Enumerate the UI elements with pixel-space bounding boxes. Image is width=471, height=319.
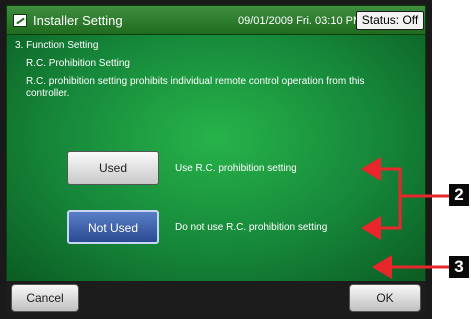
title-bar: Installer Setting 09/01/2009 Fri. 03:10 … xyxy=(6,5,426,35)
callout-badge-2: 2 xyxy=(449,184,469,206)
cancel-button[interactable]: Cancel xyxy=(11,284,79,312)
datetime-display: 09/01/2009 Fri. 03:10 PM xyxy=(238,15,363,27)
setting-description: R.C. prohibition setting prohibits indiv… xyxy=(26,76,365,99)
subsection-title: R.C. Prohibition Setting xyxy=(26,58,130,69)
used-description: Use R.C. prohibition setting xyxy=(175,163,297,174)
not-used-description: Do not use R.C. prohibition setting xyxy=(175,222,328,233)
callout-badge-3: 3 xyxy=(449,256,469,278)
ok-button[interactable]: OK xyxy=(349,284,421,312)
section-title: 3. Function Setting xyxy=(15,40,99,51)
used-button[interactable]: Used xyxy=(67,151,159,185)
controller-screen: Installer Setting 09/01/2009 Fri. 03:10 … xyxy=(0,0,432,319)
edit-icon xyxy=(13,14,27,27)
status-badge: Status: Off xyxy=(356,11,424,30)
settings-panel: 3. Function Setting R.C. Prohibition Set… xyxy=(6,35,426,281)
not-used-button[interactable]: Not Used xyxy=(67,210,159,244)
page-title: Installer Setting xyxy=(33,13,123,28)
bottom-bar: Cancel OK xyxy=(6,281,426,315)
